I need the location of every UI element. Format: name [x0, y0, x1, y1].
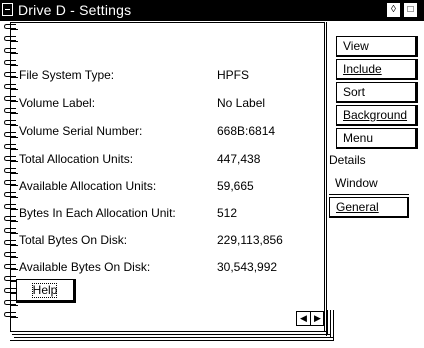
- spiral-binding-icon: [4, 132, 18, 138]
- notebook-divider: [326, 22, 327, 336]
- tab-details[interactable]: Details: [329, 151, 407, 172]
- maximize-icon[interactable]: □: [403, 2, 418, 18]
- property-label: File System Type:: [19, 68, 115, 82]
- spiral-binding-icon: [4, 240, 18, 246]
- page-edge: [10, 340, 334, 341]
- page-arrows[interactable]: ◀ ▶: [296, 311, 324, 326]
- spiral-binding-icon: [4, 24, 18, 30]
- spiral-binding-icon: [4, 228, 18, 234]
- tab-sort[interactable]: Sort: [336, 82, 418, 103]
- system-menu-icon[interactable]: [2, 3, 13, 16]
- settings-window: Drive D - Settings ◊ □ File System Type:…: [0, 0, 424, 348]
- next-page-arrow-icon[interactable]: ▶: [310, 312, 324, 325]
- window-title: Drive D - Settings: [18, 2, 132, 18]
- spiral-binding-icon: [4, 264, 18, 270]
- spiral-binding-icon: [4, 96, 18, 102]
- help-button-label: Help: [32, 283, 58, 297]
- property-value: 447,438: [217, 152, 261, 166]
- tab-background[interactable]: Background: [336, 105, 418, 126]
- spiral-binding-icon: [4, 72, 18, 78]
- spiral-binding-icon: [4, 60, 18, 66]
- property-label: Volume Serial Number:: [19, 124, 143, 138]
- spiral-binding-icon: [4, 144, 18, 150]
- page-edge: [12, 334, 330, 335]
- spiral-binding-icon: [4, 168, 18, 174]
- restore-icon[interactable]: ◊: [386, 2, 401, 18]
- tab-include[interactable]: Include: [336, 59, 418, 80]
- property-label: Available Bytes On Disk:: [19, 260, 151, 274]
- spiral-binding-icon: [4, 192, 18, 198]
- property-value: 59,665: [217, 179, 254, 193]
- spiral-binding-icon: [4, 216, 18, 222]
- property-label: Available Allocation Units:: [19, 179, 157, 193]
- spiral-binding-icon: [4, 36, 18, 42]
- property-value: HPFS: [217, 68, 250, 82]
- property-value: No Label: [217, 96, 266, 110]
- prev-page-arrow-icon[interactable]: ◀: [297, 312, 310, 325]
- page-edge: [327, 310, 328, 334]
- tab-window[interactable]: Window: [329, 174, 409, 195]
- spiral-binding-icon: [4, 84, 18, 90]
- property-label: Volume Label:: [19, 96, 96, 110]
- property-label: Bytes In Each Allocation Unit:: [19, 206, 176, 220]
- spiral-binding-icon: [4, 156, 18, 162]
- property-value: 30,543,992: [217, 260, 278, 274]
- page-edge: [333, 310, 334, 340]
- tab-general[interactable]: General: [329, 197, 409, 218]
- property-value: 512: [217, 206, 238, 220]
- property-value: 668B:6814: [217, 124, 276, 138]
- tab-menu[interactable]: Menu: [336, 128, 418, 149]
- page-edge: [330, 310, 331, 337]
- property-label: Total Allocation Units:: [19, 152, 134, 166]
- help-button[interactable]: Help: [16, 279, 76, 303]
- spiral-binding-icon: [4, 108, 18, 114]
- page-edge: [10, 331, 327, 332]
- property-label: Total Bytes On Disk:: [19, 233, 128, 247]
- tab-view[interactable]: View: [336, 36, 418, 57]
- spiral-binding-icon: [4, 48, 18, 54]
- spiral-binding-icon: [4, 180, 18, 186]
- spiral-binding-icon: [4, 252, 18, 258]
- title-bar[interactable]: Drive D - Settings ◊ □: [0, 0, 424, 21]
- property-value: 229,113,856: [217, 233, 283, 247]
- spiral-binding-icon: [4, 120, 18, 126]
- page-edge: [14, 337, 333, 338]
- spiral-binding-icon: [4, 312, 18, 318]
- spiral-binding-icon: [4, 204, 18, 210]
